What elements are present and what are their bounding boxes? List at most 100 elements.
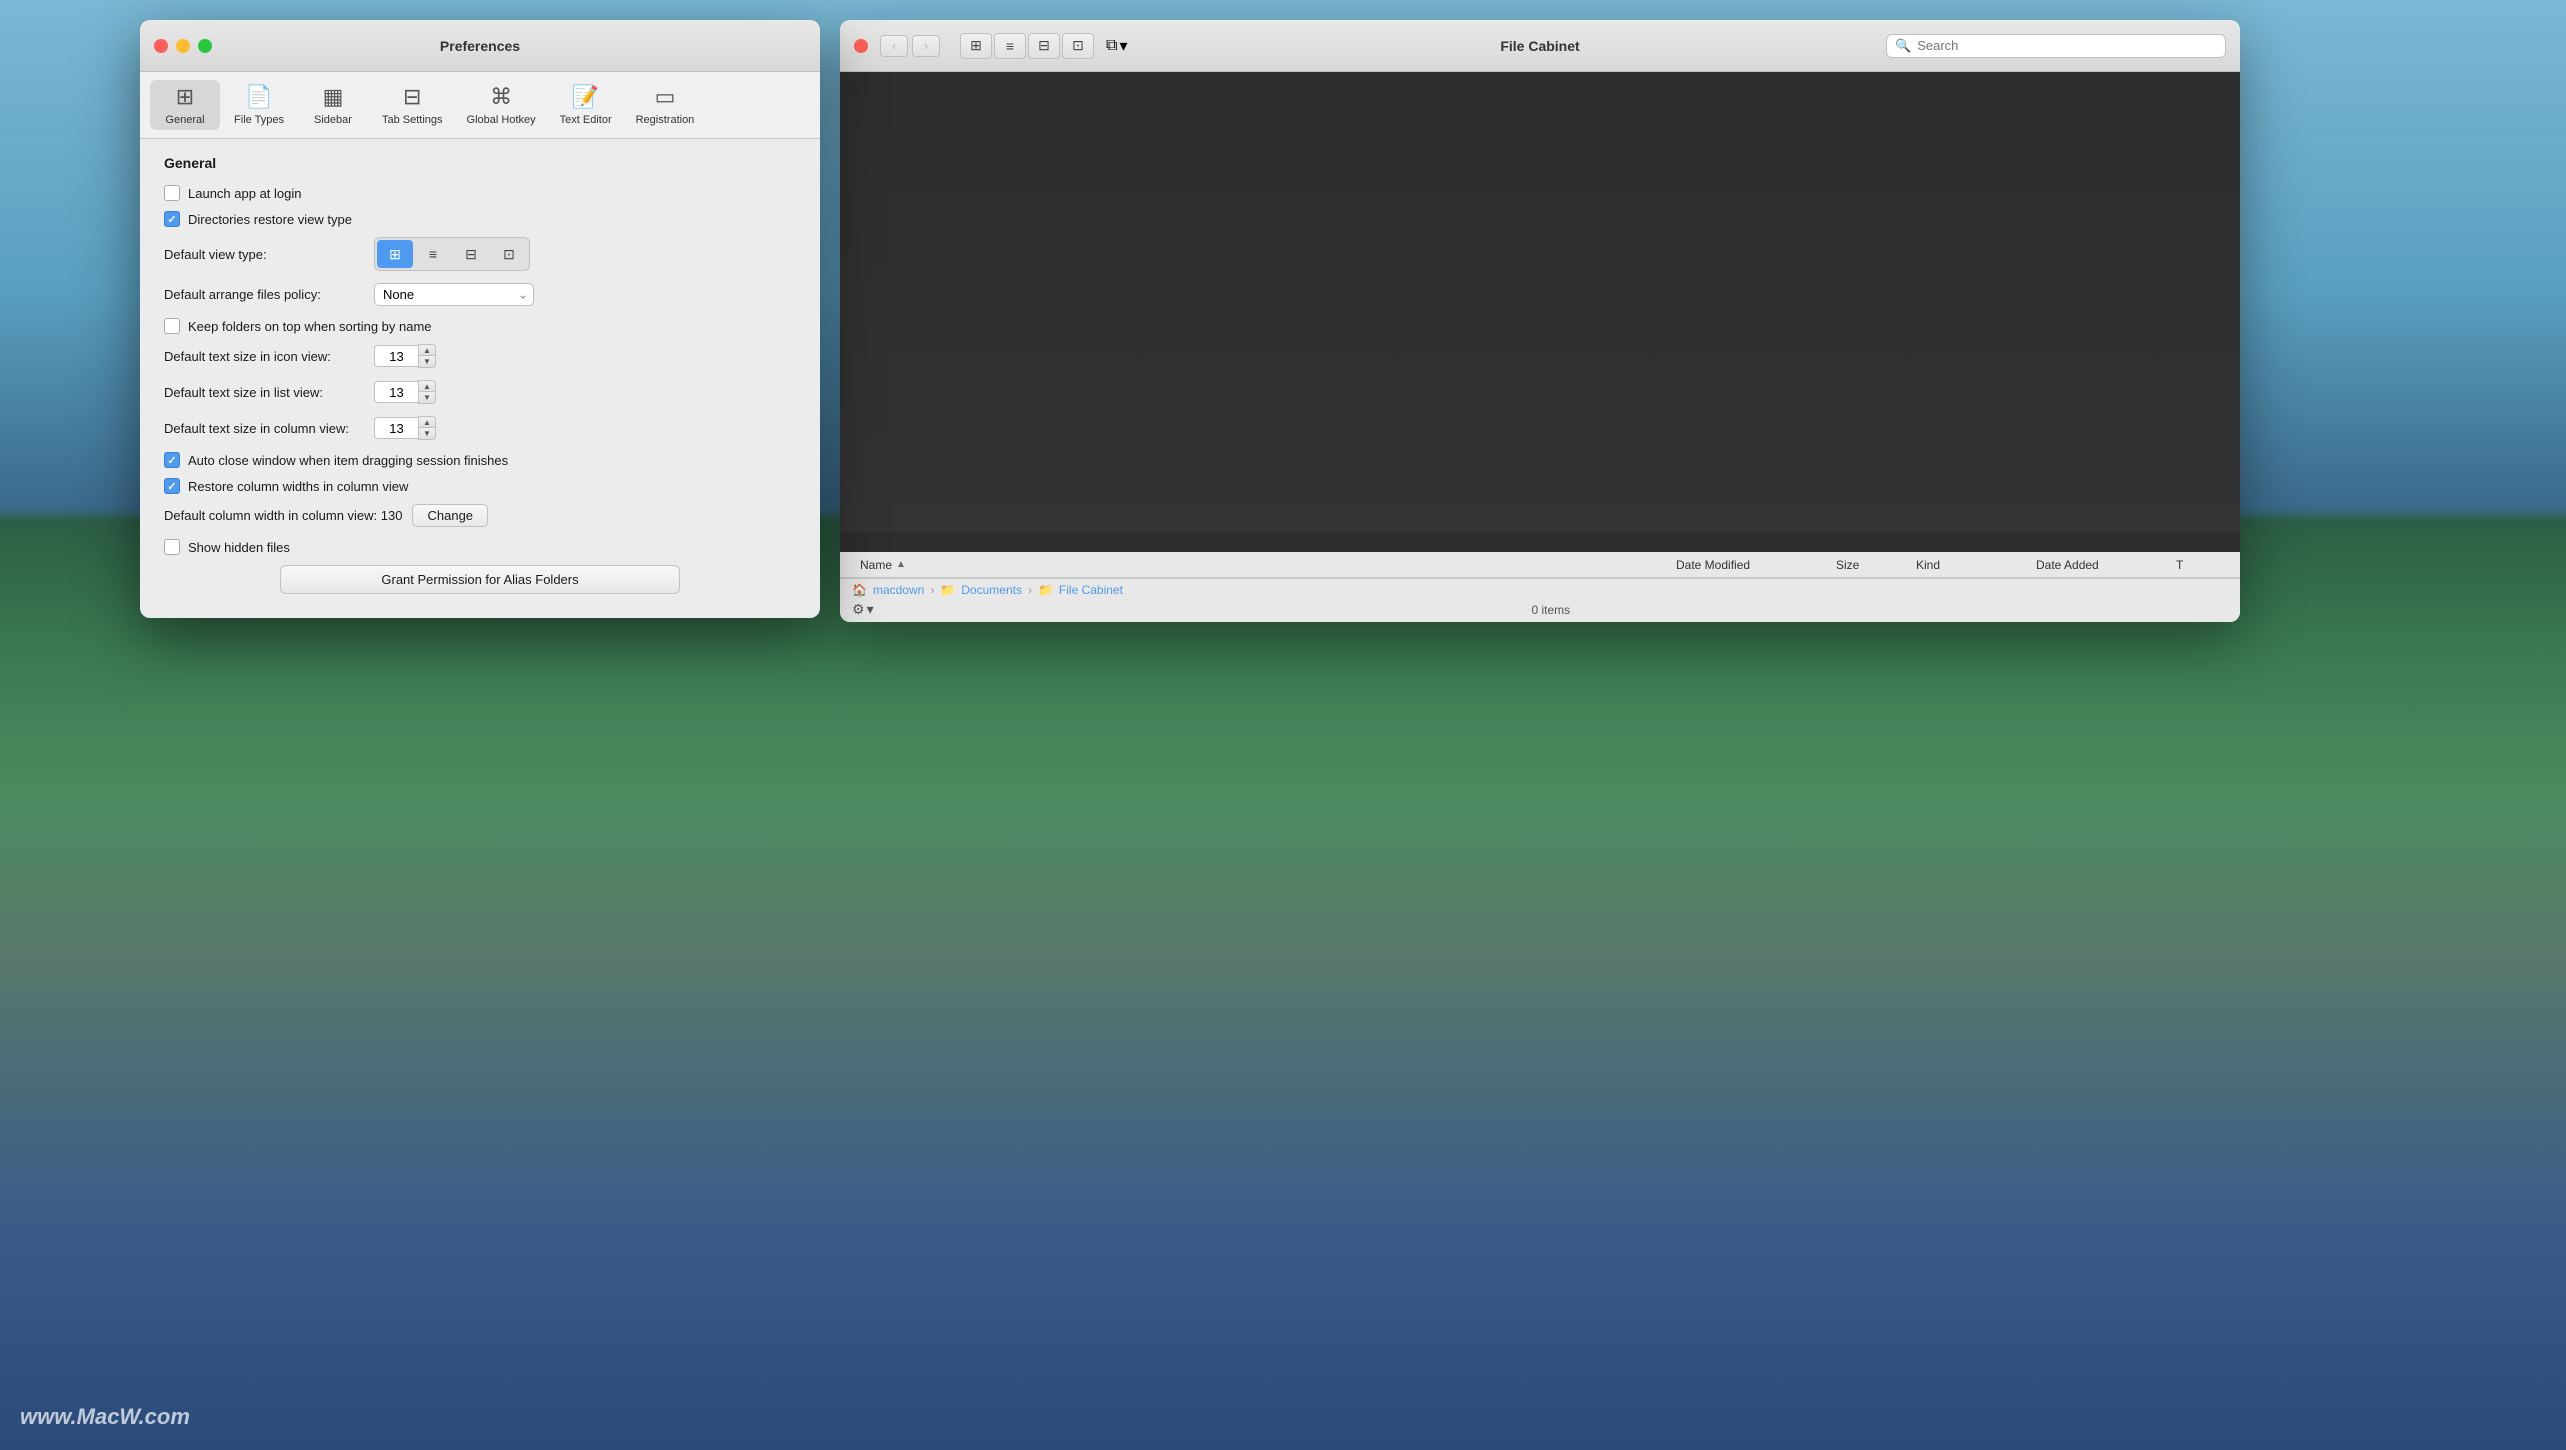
- text-size-icon-row: Default text size in icon view: ▲ ▼: [164, 344, 796, 368]
- fc-item-count: 0 items: [874, 603, 2228, 617]
- toolbar-label-general: General: [165, 114, 204, 126]
- search-input[interactable]: [1917, 38, 2217, 53]
- show-hidden-files-checkbox[interactable]: [164, 539, 180, 555]
- text-size-icon-down[interactable]: ▼: [419, 356, 435, 367]
- breadcrumb-sep1: ›: [930, 583, 934, 597]
- col-header-size: Size: [1828, 558, 1908, 572]
- fc-column-view-btn[interactable]: ⊟: [1028, 33, 1060, 59]
- preferences-content: General Launch app at login Directories …: [140, 139, 820, 618]
- fc-layers-button[interactable]: ⧉ ▾: [1106, 36, 1127, 56]
- launch-at-login-label: Launch app at login: [188, 186, 301, 201]
- toolbar-item-general[interactable]: ⊞ General: [150, 80, 220, 130]
- global-hotkey-icon: ⌘: [490, 84, 512, 110]
- launch-at-login-checkbox[interactable]: [164, 185, 180, 201]
- toolbar-item-text-editor[interactable]: 📝 Text Editor: [550, 80, 622, 130]
- gear-icon: ⚙: [852, 601, 865, 618]
- restore-column-widths-label: Restore column widths in column view: [188, 479, 408, 494]
- toolbar-item-global-hotkey[interactable]: ⌘ Global Hotkey: [457, 80, 546, 130]
- text-size-icon-input[interactable]: [374, 345, 418, 367]
- fc-gallery-view-btn[interactable]: ⊡: [1062, 33, 1094, 59]
- fc-back-button[interactable]: ‹: [880, 35, 908, 57]
- directories-restore-checkbox[interactable]: [164, 211, 180, 227]
- text-size-list-label: Default text size in list view:: [164, 385, 364, 400]
- text-size-icon-label: Default text size in icon view:: [164, 349, 364, 364]
- general-icon: ⊞: [176, 84, 194, 110]
- gear-chevron: ▾: [867, 601, 874, 618]
- layers-chevron: ▾: [1119, 36, 1127, 56]
- close-button[interactable]: [154, 39, 168, 53]
- fc-bottom-bar: 🏠 macdown › 📁 Documents › 📁 File Cabinet…: [840, 578, 2240, 622]
- preferences-window: Preferences ⊞ General 📄 File Types ▦ Sid…: [140, 20, 820, 618]
- column-width-label: Default column width in column view: 130: [164, 508, 402, 523]
- fc-breadcrumb: 🏠 macdown › 📁 Documents › 📁 File Cabinet: [852, 583, 2228, 597]
- window-controls: [154, 39, 212, 53]
- default-view-type-row: Default view type: ⊞ ≡ ⊟ ⊡: [164, 237, 796, 271]
- auto-close-checkbox[interactable]: [164, 452, 180, 468]
- maximize-button[interactable]: [198, 39, 212, 53]
- text-size-list-input[interactable]: [374, 381, 418, 403]
- keep-folders-top-checkbox[interactable]: [164, 318, 180, 334]
- toolbar-label-text-editor: Text Editor: [560, 114, 612, 126]
- fc-columns-header: Name ▲ Date Modified Size Kind Date Adde…: [840, 552, 2240, 578]
- text-size-icon-buttons: ▲ ▼: [418, 344, 436, 368]
- change-button[interactable]: Change: [412, 504, 488, 527]
- text-size-icon-up[interactable]: ▲: [419, 345, 435, 356]
- keep-folders-top-label: Keep folders on top when sorting by name: [188, 319, 432, 334]
- breadcrumb-documents: Documents: [961, 583, 1022, 597]
- filecabinet-titlebar: ‹ › ⊞ ≡ ⊟ ⊡ ⧉ ▾ File Cabinet 🔍: [840, 20, 2240, 72]
- col-header-kind: Kind: [1908, 558, 2028, 572]
- toolbar-item-tab-settings[interactable]: ⊟ Tab Settings: [372, 80, 453, 130]
- text-size-column-stepper: ▲ ▼: [374, 416, 436, 440]
- launch-at-login-row: Launch app at login: [164, 185, 796, 201]
- arrange-dropdown-wrapper: None Name Date Modified Date Created Siz…: [374, 283, 534, 306]
- text-size-column-row: Default text size in column view: ▲ ▼: [164, 416, 796, 440]
- view-btn-column[interactable]: ⊟: [453, 240, 489, 268]
- text-size-list-up[interactable]: ▲: [419, 381, 435, 392]
- toolbar-item-sidebar[interactable]: ▦ Sidebar: [298, 80, 368, 130]
- text-size-column-down[interactable]: ▼: [419, 428, 435, 439]
- fc-list-view-btn[interactable]: ≡: [994, 33, 1026, 59]
- toolbar-label-tab-settings: Tab Settings: [382, 114, 443, 126]
- keep-folders-top-row: Keep folders on top when sorting by name: [164, 318, 796, 334]
- view-btn-icon[interactable]: ⊞: [377, 240, 413, 268]
- text-size-list-down[interactable]: ▼: [419, 392, 435, 403]
- breadcrumb-home: macdown: [873, 583, 924, 597]
- text-size-column-up[interactable]: ▲: [419, 417, 435, 428]
- column-width-row: Default column width in column view: 130…: [164, 504, 796, 527]
- preferences-titlebar: Preferences: [140, 20, 820, 72]
- toolbar-item-registration[interactable]: ▭ Registration: [626, 80, 705, 130]
- grant-permission-button[interactable]: Grant Permission for Alias Folders: [280, 565, 680, 594]
- fc-icon-view-btn[interactable]: ⊞: [960, 33, 992, 59]
- text-size-column-input[interactable]: [374, 417, 418, 439]
- tab-settings-icon: ⊟: [403, 84, 421, 110]
- arrange-dropdown[interactable]: None Name Date Modified Date Created Siz…: [374, 283, 534, 306]
- fc-forward-button[interactable]: ›: [912, 35, 940, 57]
- fc-close-button[interactable]: [854, 39, 868, 53]
- default-view-type-label: Default view type:: [164, 247, 364, 262]
- file-types-icon: 📄: [245, 84, 272, 110]
- auto-close-label: Auto close window when item dragging ses…: [188, 453, 508, 468]
- restore-column-widths-checkbox[interactable]: [164, 478, 180, 494]
- search-icon: 🔍: [1895, 38, 1911, 54]
- toolbar-label-registration: Registration: [636, 114, 695, 126]
- toolbar-item-file-types[interactable]: 📄 File Types: [224, 80, 294, 130]
- col-header-date-added: Date Added: [2028, 558, 2168, 572]
- default-arrange-label: Default arrange files policy:: [164, 287, 364, 302]
- registration-icon: ▭: [655, 84, 676, 110]
- auto-close-row: Auto close window when item dragging ses…: [164, 452, 796, 468]
- fc-gear-button[interactable]: ⚙ ▾: [852, 601, 874, 618]
- watermark: www.MacW.com: [20, 1404, 190, 1430]
- view-btn-gallery[interactable]: ⊡: [491, 240, 527, 268]
- text-size-list-buttons: ▲ ▼: [418, 380, 436, 404]
- col-header-tag: T: [2168, 558, 2228, 572]
- layers-icon: ⧉: [1106, 37, 1117, 55]
- view-btn-list[interactable]: ≡: [415, 240, 451, 268]
- filecabinet-window: ‹ › ⊞ ≡ ⊟ ⊡ ⧉ ▾ File Cabinet 🔍 Name ▲: [840, 20, 2240, 622]
- text-size-column-buttons: ▲ ▼: [418, 416, 436, 440]
- text-size-column-label: Default text size in column view:: [164, 421, 364, 436]
- view-type-group: ⊞ ≡ ⊟ ⊡: [374, 237, 530, 271]
- minimize-button[interactable]: [176, 39, 190, 53]
- restore-column-widths-row: Restore column widths in column view: [164, 478, 796, 494]
- breadcrumb-sep2: ›: [1028, 583, 1032, 597]
- text-size-list-stepper: ▲ ▼: [374, 380, 436, 404]
